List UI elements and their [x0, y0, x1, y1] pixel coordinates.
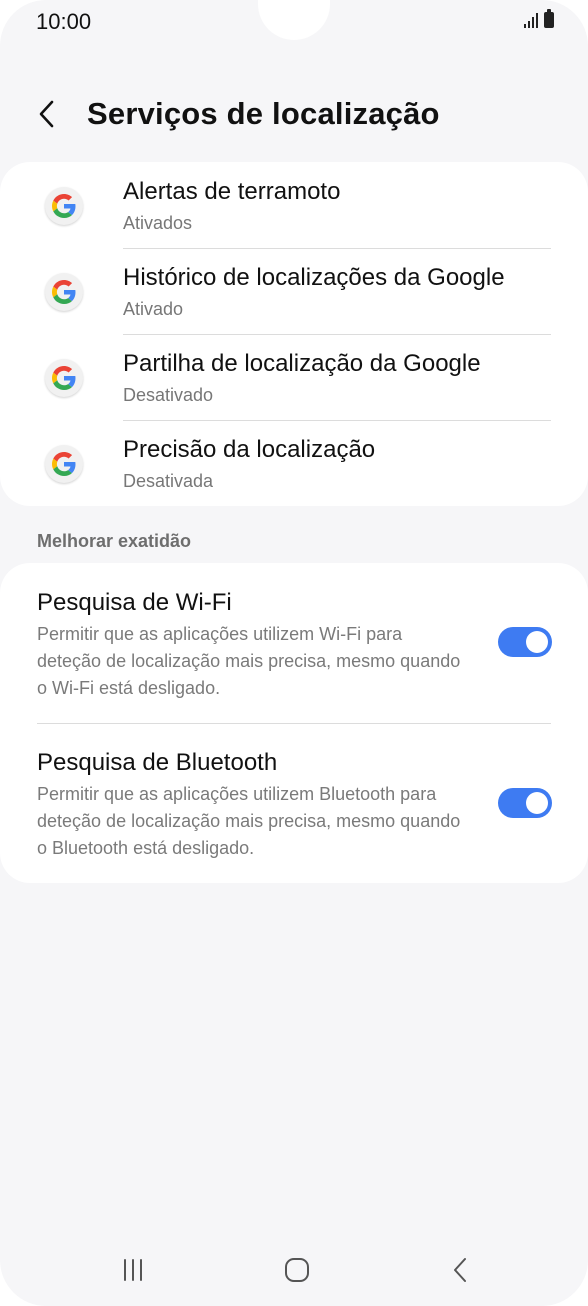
bluetooth-scanning-description: Permitir que as aplicações utilizem Blue… — [37, 784, 461, 858]
wifi-scanning-toggle[interactable] — [498, 627, 552, 657]
google-icon — [45, 273, 83, 311]
toggle-knob — [526, 631, 548, 653]
wifi-scanning-item[interactable]: Pesquisa de Wi-Fi Permitir que as aplica… — [0, 563, 588, 724]
services-card: Alertas de terramoto Ativados Histórico … — [0, 162, 588, 506]
screen: 10:00 Serviços de localização Alertas de… — [0, 0, 588, 1306]
signal-icon — [524, 12, 538, 28]
service-title: Alertas de terramoto — [123, 178, 341, 205]
bluetooth-scanning-item[interactable]: Pesquisa de Bluetooth Permitir que as ap… — [0, 724, 588, 883]
service-title: Precisão da localização — [123, 436, 376, 463]
bluetooth-scanning-toggle[interactable] — [498, 788, 552, 818]
toggle-knob — [526, 792, 548, 814]
recents-icon — [124, 1259, 142, 1281]
camera-notch — [258, 0, 330, 40]
page-title: Serviços de localização — [87, 96, 440, 131]
service-item-earthquake-alerts[interactable]: Alertas de terramoto Ativados — [0, 162, 588, 248]
service-status: Desativada — [123, 471, 214, 491]
status-bar: 10:00 — [0, 0, 588, 44]
wifi-scanning-description: Permitir que as aplicações utilizem Wi-F… — [37, 624, 461, 698]
home-button[interactable] — [272, 1250, 322, 1290]
wifi-scanning-title: Pesquisa de Wi-Fi — [37, 589, 232, 616]
service-status: Ativados — [123, 213, 193, 233]
bluetooth-scanning-title: Pesquisa de Bluetooth — [37, 749, 278, 776]
accuracy-card: Pesquisa de Wi-Fi Permitir que as aplica… — [0, 563, 588, 883]
status-icons — [524, 9, 554, 28]
google-icon — [45, 445, 83, 483]
header: Serviços de localização — [0, 84, 588, 144]
battery-icon — [544, 9, 554, 28]
recents-button[interactable] — [108, 1250, 158, 1290]
service-item-location-sharing[interactable]: Partilha de localização da Google Desati… — [0, 334, 588, 420]
service-title: Histórico de localizações da Google — [123, 264, 505, 291]
home-icon — [285, 1258, 309, 1282]
service-status: Ativado — [123, 299, 184, 319]
back-button[interactable] — [28, 94, 68, 134]
google-icon — [45, 187, 83, 225]
service-item-location-accuracy[interactable]: Precisão da localização Desativada — [0, 420, 588, 506]
section-label: Melhorar exatidão — [37, 531, 192, 551]
service-status: Desativado — [123, 385, 214, 405]
back-icon — [454, 1258, 466, 1282]
status-time: 10:00 — [36, 9, 92, 34]
navigation-bar — [0, 1240, 588, 1300]
google-icon — [45, 359, 83, 397]
service-item-location-history[interactable]: Histórico de localizações da Google Ativ… — [0, 248, 588, 334]
service-title: Partilha de localização da Google — [123, 350, 481, 377]
chevron-left-icon — [39, 100, 54, 128]
nav-back-button[interactable] — [436, 1250, 486, 1290]
